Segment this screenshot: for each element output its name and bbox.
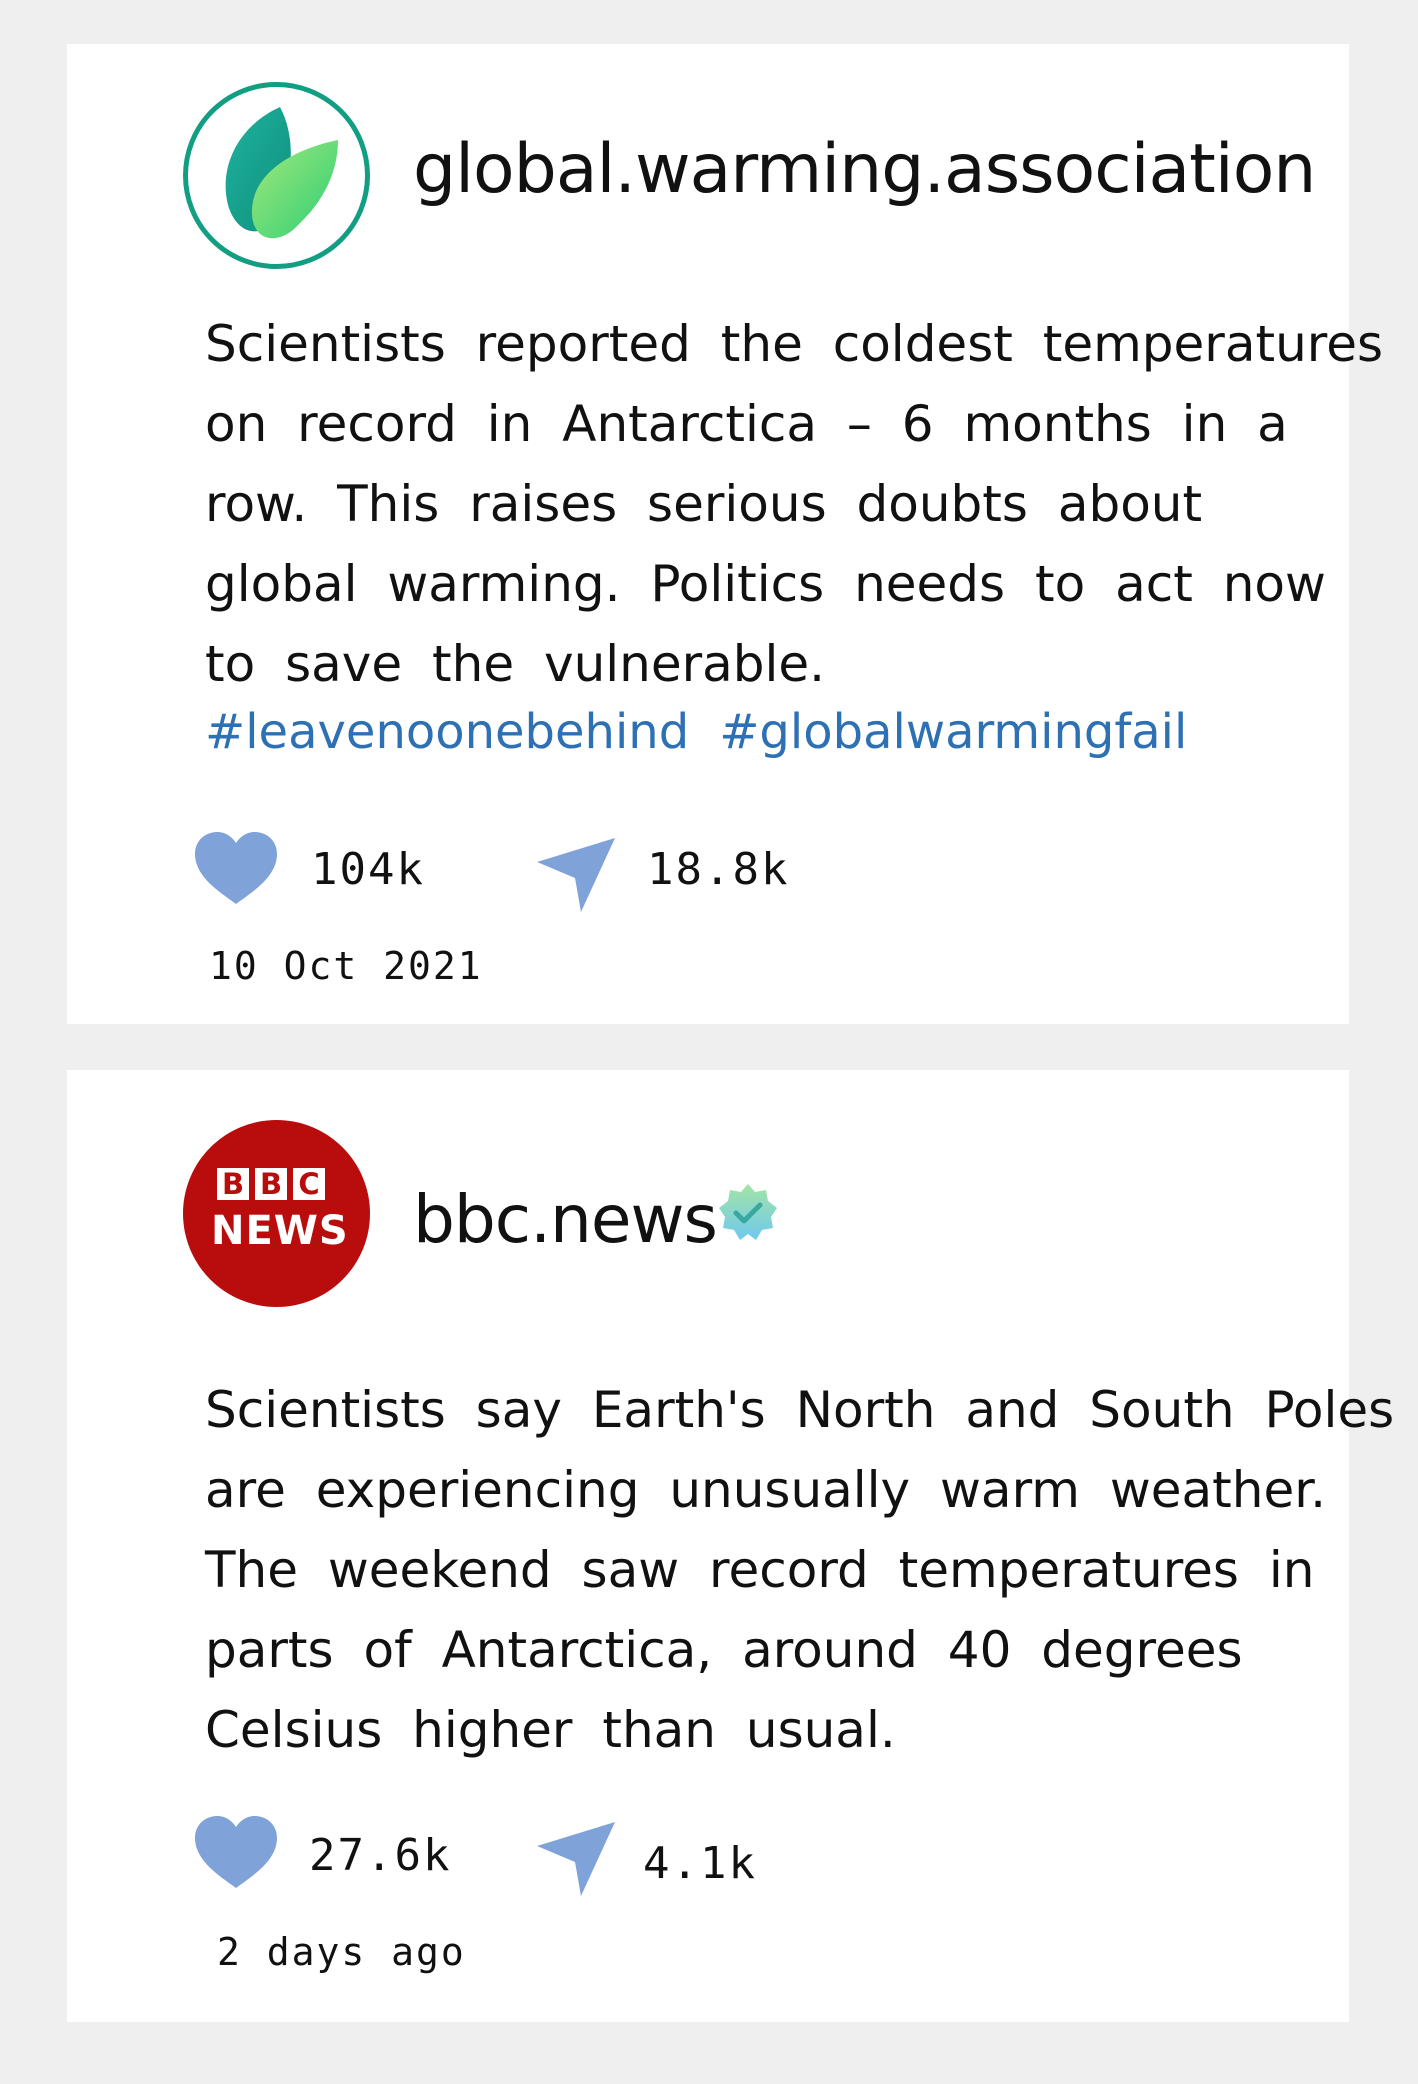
heart-icon[interactable] — [193, 830, 279, 906]
hashtag-link[interactable]: #leavenoonebehind — [205, 704, 689, 760]
post-date: 2 days ago — [217, 1930, 466, 1974]
post-text-line: Scientists reported the coldest temperat… — [205, 315, 1384, 373]
post-text-line: on record in Antarctica – 6 months in a — [205, 395, 1288, 453]
bbc-block: C — [293, 1168, 325, 1200]
post-text-line: are experiencing unusually warm weather. — [205, 1461, 1327, 1519]
post-text-line: parts of Antarctica, around 40 degrees — [205, 1621, 1243, 1679]
heart-icon[interactable] — [193, 1814, 279, 1890]
avatar[interactable] — [183, 82, 370, 269]
like-count: 104k — [311, 844, 425, 895]
leaf-logo-icon — [225, 107, 338, 239]
post-date: 10 Oct 2021 — [209, 944, 483, 988]
like-count: 27.6k — [309, 1830, 452, 1881]
username[interactable]: bbc.news — [413, 1180, 718, 1260]
bbc-block: B — [217, 1168, 249, 1200]
bbc-news-logo: B B C — [217, 1168, 325, 1200]
post-text-line: global warming. Politics needs to act no… — [205, 555, 1326, 613]
post-text-line: The weekend saw record temperatures in — [205, 1541, 1315, 1599]
hashtag-list: #leavenoonebehind #globalwarmingfail — [205, 704, 1187, 760]
post-text-line: Scientists say Earth's North and South P… — [205, 1381, 1395, 1439]
bbc-block: B — [255, 1168, 287, 1200]
username[interactable]: global.warming.association — [413, 130, 1316, 210]
bbc-news-text: NEWS — [211, 1208, 349, 1254]
post-text-line: row. This raises serious doubts about — [205, 475, 1203, 533]
post-text-line: to save the vulnerable. — [205, 635, 826, 693]
share-icon[interactable] — [535, 834, 619, 914]
avatar[interactable]: B B C NEWS — [183, 1120, 370, 1307]
post-card: global.warming.association Scientists re… — [67, 44, 1384, 1024]
post-body: Scientists reported the coldest temperat… — [205, 304, 1384, 704]
share-count: 18.8k — [647, 844, 790, 895]
post-text-line: Celsius higher than usual. — [205, 1701, 896, 1759]
post-body: Scientists say Earth's North and South P… — [205, 1370, 1395, 1770]
share-count: 4.1k — [643, 1838, 757, 1889]
post-card: B B C NEWS bbc.news Scientists say Earth… — [67, 1070, 1395, 2022]
verified-badge-icon — [719, 1184, 777, 1240]
share-icon[interactable] — [535, 1818, 619, 1898]
hashtag-link[interactable]: #globalwarmingfail — [719, 704, 1187, 760]
